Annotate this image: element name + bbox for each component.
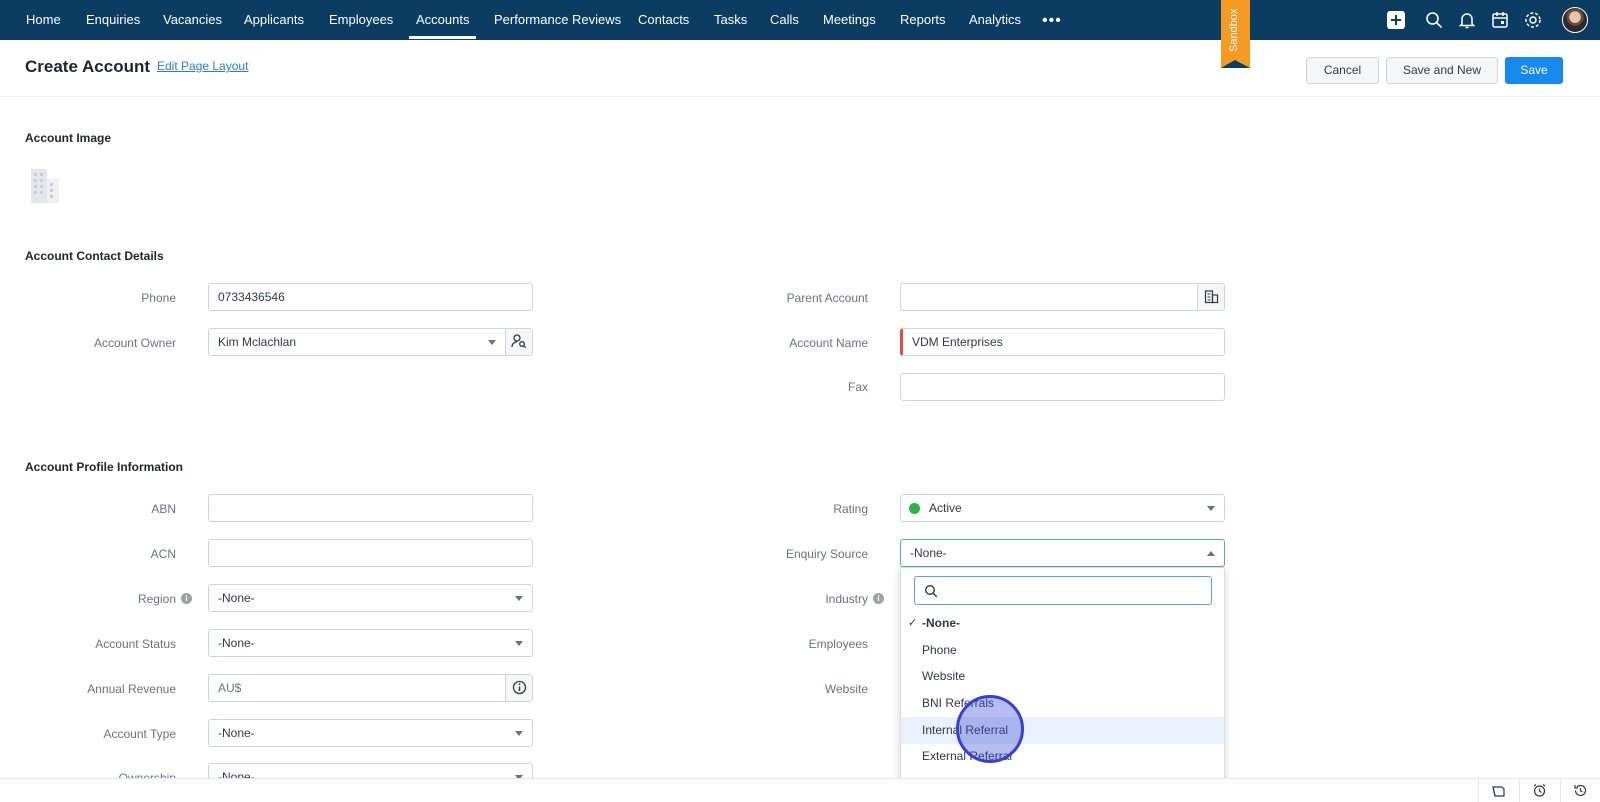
nav-vacancies[interactable]: Vacancies	[163, 0, 222, 40]
enquiry-source-select[interactable]: -None-	[900, 539, 1225, 567]
user-search-icon	[511, 334, 527, 349]
account-name-label: Account Name	[789, 336, 868, 350]
search-icon[interactable]	[1424, 10, 1444, 30]
save-button[interactable]: Save	[1505, 57, 1563, 84]
employees-label: Employees	[808, 637, 868, 651]
nav-analytics[interactable]: Analytics	[969, 0, 1021, 40]
parent-account-field[interactable]	[900, 283, 1225, 311]
account-status-value: -None-	[218, 636, 255, 650]
chevron-down-icon	[515, 641, 523, 646]
currency-prefix: AU$	[218, 681, 242, 695]
top-navigation: Home Enquiries Vacancies Applicants Empl…	[0, 0, 1600, 68]
region-value: -None-	[218, 591, 255, 605]
fax-label: Fax	[847, 380, 868, 394]
fax-field[interactable]	[900, 373, 1225, 401]
status-dot	[909, 503, 920, 514]
chevron-up-icon	[1207, 551, 1215, 556]
cancel-button[interactable]: Cancel	[1306, 57, 1379, 84]
info-icon[interactable]: i	[873, 593, 884, 604]
section-account-image: Account Image	[25, 131, 112, 145]
user-lookup-button[interactable]	[505, 329, 532, 355]
chevron-down-icon	[1207, 506, 1215, 511]
calendar-icon[interactable]	[1490, 10, 1510, 30]
alarm-icon[interactable]	[1519, 779, 1559, 802]
account-owner-label: Account Owner	[93, 336, 176, 350]
parent-account-label: Parent Account	[786, 291, 868, 305]
account-status-label: Account Status	[95, 637, 176, 651]
account-status-select[interactable]: -None-	[208, 629, 533, 657]
option-internal-referral[interactable]: Internal Referral	[901, 717, 1224, 744]
option-none[interactable]: ✓ -None-	[901, 610, 1224, 637]
annual-revenue-field[interactable]: AU$	[208, 674, 533, 702]
enquiry-source-value: -None-	[910, 546, 947, 560]
check-icon: ✓	[908, 617, 918, 629]
nav-home[interactable]: Home	[26, 0, 61, 40]
account-lookup-button[interactable]	[1197, 284, 1224, 310]
option-website[interactable]: Website	[901, 663, 1224, 690]
section-profile-info: Account Profile Information	[25, 460, 184, 474]
option-external-referral[interactable]: External Referral	[901, 743, 1224, 770]
save-and-new-button[interactable]: Save and New	[1386, 57, 1498, 84]
more-icon[interactable]: •••	[1042, 12, 1062, 30]
enquiry-source-dropdown: ✓ -None- Phone Website BNI Referrals Int…	[900, 567, 1225, 789]
option-label: -None-	[922, 616, 960, 630]
nav-reports[interactable]: Reports	[900, 0, 946, 40]
region-label: Region	[137, 592, 176, 606]
footer-toolbar	[0, 778, 1600, 802]
gear-icon[interactable]	[1523, 10, 1543, 30]
chevron-down-icon	[515, 731, 523, 736]
rating-value: Active	[929, 501, 962, 515]
region-select[interactable]: -None-	[208, 584, 533, 612]
account-owner-value: Kim Mclachlan	[218, 335, 297, 349]
enquiry-source-label: Enquiry Source	[785, 547, 868, 561]
account-name-field[interactable]: VDM Enterprises	[900, 328, 1225, 356]
info-icon	[512, 680, 527, 695]
account-type-select[interactable]: -None-	[208, 719, 533, 747]
option-bni-referrals[interactable]: BNI Referrals	[901, 690, 1224, 717]
search-icon	[924, 584, 938, 598]
acn-field[interactable]	[208, 539, 533, 567]
info-icon[interactable]: i	[181, 593, 192, 604]
bell-icon[interactable]	[1457, 10, 1477, 30]
nav-performance-reviews[interactable]: Performance Reviews	[494, 0, 621, 40]
annual-revenue-label: Annual Revenue	[87, 682, 176, 696]
click-indicator	[956, 695, 1024, 763]
nav-enquiries[interactable]: Enquiries	[86, 0, 140, 40]
edit-page-layout-link[interactable]: Edit Page Layout	[157, 59, 248, 73]
rating-select[interactable]: Active	[900, 494, 1225, 522]
phone-label: Phone	[141, 291, 176, 305]
clip-icon[interactable]	[1478, 779, 1518, 802]
rating-label: Rating	[833, 502, 868, 516]
page-header: Create Account Edit Page Layout Cancel S…	[0, 40, 1600, 97]
chevron-down-icon	[515, 596, 523, 601]
plus-icon[interactable]	[1386, 10, 1406, 30]
industry-label: Industry	[825, 592, 868, 606]
avatar[interactable]	[1562, 7, 1588, 33]
website-label: Website	[824, 682, 868, 696]
nav-contacts[interactable]: Contacts	[638, 0, 689, 40]
building-lookup-icon	[1204, 290, 1219, 304]
chevron-down-icon	[488, 340, 496, 345]
nav-tasks[interactable]: Tasks	[714, 0, 747, 40]
account-owner-field[interactable]: Kim Mclachlan	[208, 328, 533, 356]
abn-field[interactable]	[208, 494, 533, 522]
abn-label: ABN	[151, 502, 176, 516]
nav-applicants[interactable]: Applicants	[244, 0, 304, 40]
account-type-value: -None-	[218, 726, 255, 740]
page-title: Create Account	[25, 57, 151, 76]
nav-meetings[interactable]: Meetings	[823, 0, 876, 40]
phone-field[interactable]: 0733436546	[208, 283, 533, 311]
history-icon[interactable]	[1560, 779, 1600, 802]
nav-accounts[interactable]: Accounts	[409, 0, 477, 39]
nav-calls[interactable]: Calls	[770, 0, 799, 40]
option-phone[interactable]: Phone	[901, 637, 1224, 664]
dropdown-search-input[interactable]	[914, 576, 1212, 605]
section-contact-details: Account Contact Details	[25, 249, 164, 263]
account-type-label: Account Type	[103, 727, 177, 741]
building-icon[interactable]	[27, 167, 63, 205]
currency-info-button[interactable]	[505, 675, 532, 701]
nav-employees[interactable]: Employees	[329, 0, 393, 40]
acn-label: ACN	[150, 547, 176, 561]
